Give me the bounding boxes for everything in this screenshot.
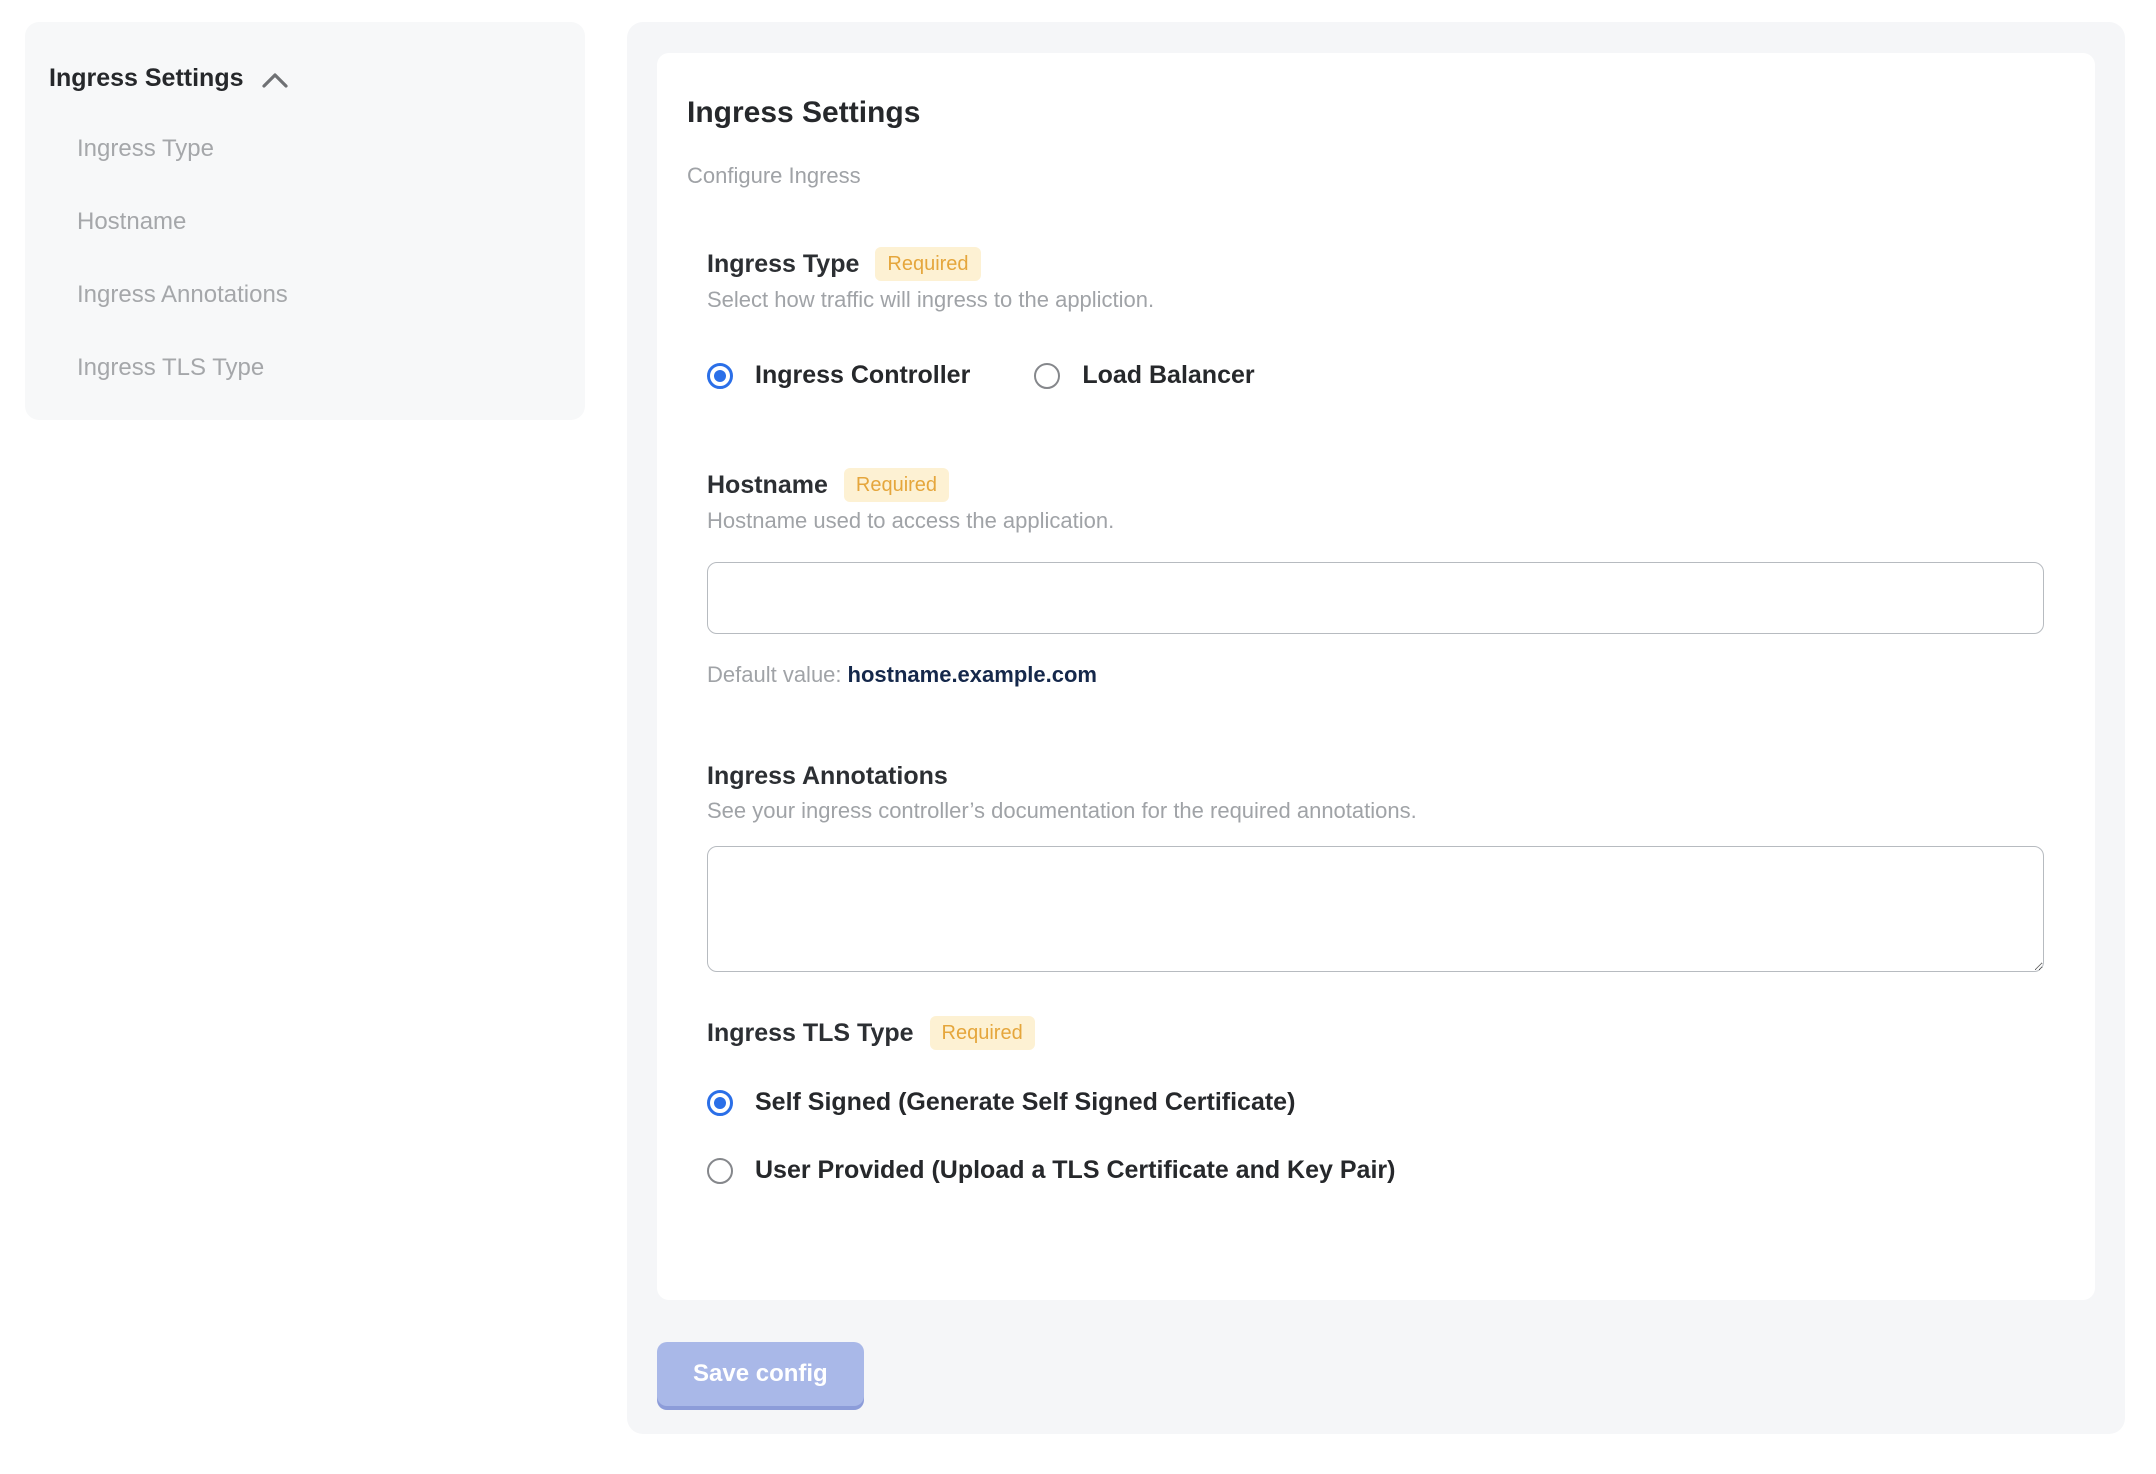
sidebar-section-toggle[interactable]: Ingress Settings <box>49 64 561 93</box>
settings-panel: Ingress Settings Configure Ingress Ingre… <box>627 22 2125 1434</box>
field-label: Ingress Type <box>707 250 860 278</box>
hostname-default-line: Default value: hostname.example.com <box>707 662 2065 688</box>
sidebar-item-hostname[interactable]: Hostname <box>77 208 561 236</box>
required-badge: Required <box>875 247 981 281</box>
self-signed-option[interactable]: Self Signed (Generate Self Signed Certif… <box>707 1088 2065 1117</box>
field-hostname: Hostname Required Hostname used to acces… <box>707 468 2065 688</box>
radio-label: User Provided (Upload a TLS Certificate … <box>755 1156 1396 1184</box>
radio-checked-icon[interactable] <box>707 362 733 389</box>
radio-unchecked-icon[interactable] <box>707 1157 733 1184</box>
sidebar-section-title: Ingress Settings <box>49 64 244 92</box>
field-description: See your ingress controller’s documentat… <box>707 798 1417 823</box>
ingress-annotations-textarea[interactable] <box>707 846 2044 972</box>
required-badge: Required <box>929 1016 1035 1050</box>
save-config-button[interactable]: Save config <box>657 1342 864 1406</box>
field-ingress-type: Ingress Type Required Select how traffic… <box>707 247 2065 390</box>
field-label: Ingress Annotations <box>707 762 948 790</box>
default-value-text: hostname.example.com <box>847 662 1097 687</box>
field-description: Select how traffic will ingress to the a… <box>707 287 1155 312</box>
radio-checked-icon[interactable] <box>707 1089 733 1116</box>
form-fields: Ingress Type Required Select how traffic… <box>707 247 2065 1185</box>
settings-sidebar: Ingress Settings Ingress Type Hostname I… <box>25 22 585 420</box>
radio-label: Ingress Controller <box>755 361 971 389</box>
hostname-input[interactable] <box>707 562 2044 634</box>
ingress-settings-card: Ingress Settings Configure Ingress Ingre… <box>657 53 2095 1300</box>
sidebar-item-ingress-type[interactable]: Ingress Type <box>77 135 561 163</box>
ingress-type-radio-group: Ingress Controller Load Balancer <box>707 361 2065 390</box>
sidebar-nav-list: Ingress Type Hostname Ingress Annotation… <box>49 135 561 382</box>
required-badge: Required <box>843 468 950 502</box>
radio-label: Self Signed (Generate Self Signed Certif… <box>755 1088 1296 1116</box>
chevron-up-icon <box>260 70 290 90</box>
load-balancer-option[interactable]: Load Balancer <box>1034 361 1255 390</box>
field-description: Hostname used to access the application. <box>707 508 1115 533</box>
field-ingress-tls-type: Ingress TLS Type Required Self Signed (G… <box>707 1016 2065 1185</box>
page: Ingress Settings Ingress Type Hostname I… <box>0 0 2156 1434</box>
field-ingress-annotations: Ingress Annotations See your ingress con… <box>707 760 2065 972</box>
ingress-controller-option[interactable]: Ingress Controller <box>707 361 970 390</box>
sidebar-item-ingress-annotations[interactable]: Ingress Annotations <box>77 281 561 309</box>
radio-label: Load Balancer <box>1082 361 1255 389</box>
radio-unchecked-icon[interactable] <box>1034 362 1061 389</box>
page-title: Ingress Settings <box>687 96 921 129</box>
page-subtitle: Configure Ingress <box>687 163 861 188</box>
field-label: Hostname <box>707 471 828 499</box>
field-label: Ingress TLS Type <box>707 1019 914 1047</box>
default-value-prefix: Default value: <box>707 662 842 687</box>
user-provided-option[interactable]: User Provided (Upload a TLS Certificate … <box>707 1156 2065 1185</box>
sidebar-item-ingress-tls-type[interactable]: Ingress TLS Type <box>77 354 561 382</box>
tls-type-radio-group: Self Signed (Generate Self Signed Certif… <box>707 1088 2065 1185</box>
